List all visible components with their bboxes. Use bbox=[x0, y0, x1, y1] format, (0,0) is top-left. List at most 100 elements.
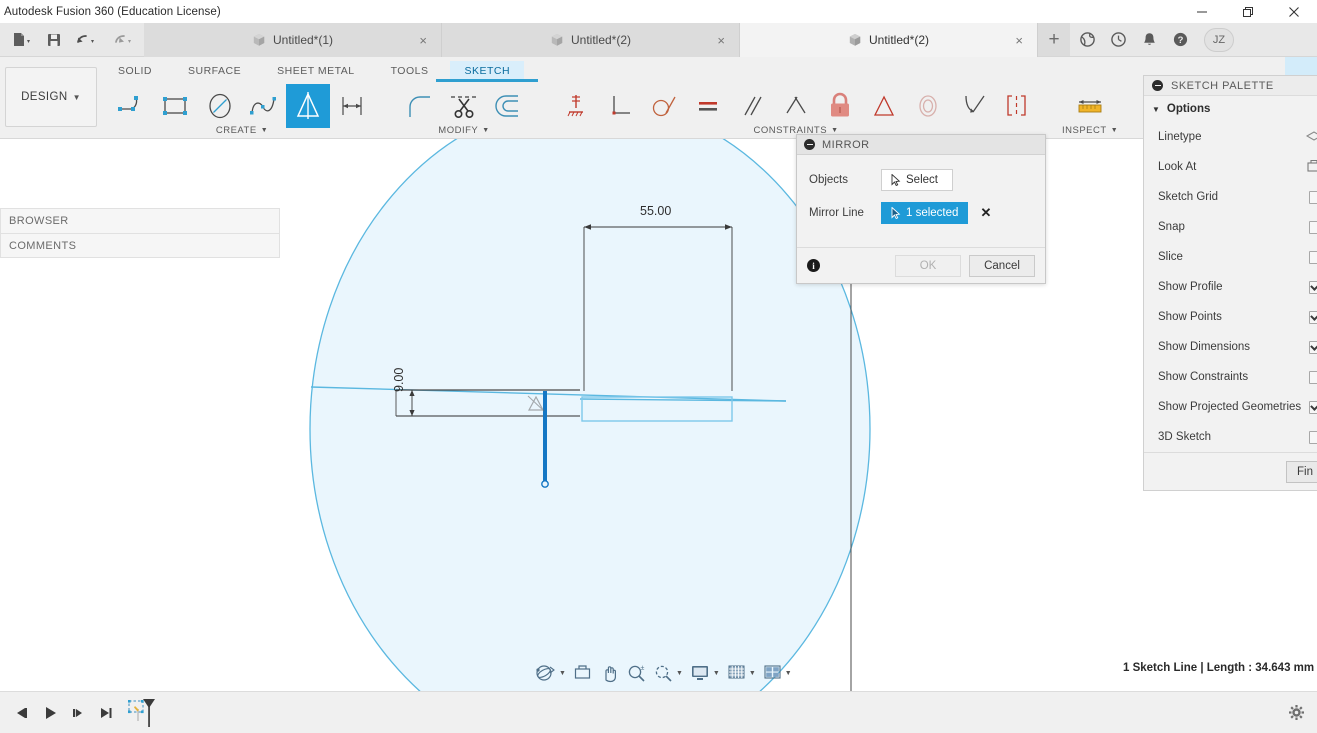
mirror-dialog-header[interactable]: MIRROR bbox=[797, 135, 1045, 155]
mirror-dialog[interactable]: MIRROR Objects Select Mirror Line 1 sele… bbox=[796, 134, 1046, 284]
user-avatar[interactable]: JZ bbox=[1204, 27, 1234, 52]
show-constraints-checkbox[interactable] bbox=[1309, 370, 1317, 384]
sketch-palette-options-section[interactable]: ▼ Options bbox=[1144, 96, 1317, 122]
line-icon[interactable] bbox=[110, 84, 154, 128]
document-tab-2[interactable]: Untitled*(2) × bbox=[442, 23, 740, 57]
sketch-palette[interactable]: SKETCH PALETTE ▼ Options Linetype Look A… bbox=[1143, 75, 1317, 491]
mirror-icon[interactable] bbox=[286, 84, 330, 128]
show-profile-checkbox[interactable] bbox=[1309, 280, 1317, 294]
data-panel-icon[interactable] bbox=[1074, 27, 1100, 53]
tab-tools[interactable]: TOOLS bbox=[391, 61, 429, 82]
close-tab-icon[interactable]: × bbox=[1015, 34, 1023, 47]
concentric-constraint-icon[interactable] bbox=[906, 84, 950, 128]
curvature-constraint-icon[interactable] bbox=[950, 84, 994, 128]
chevron-down-icon[interactable]: ▼ bbox=[676, 670, 683, 677]
palette-row-show-profile[interactable]: Show Profile bbox=[1144, 272, 1317, 302]
spline-icon[interactable] bbox=[242, 84, 286, 128]
fix-unfix-icon[interactable] bbox=[818, 84, 862, 128]
sketch-grid-checkbox[interactable] bbox=[1309, 190, 1317, 204]
fillet-icon[interactable] bbox=[398, 84, 442, 128]
palette-finish-button[interactable]: Fin bbox=[1286, 460, 1317, 483]
go-to-end-icon[interactable] bbox=[92, 699, 120, 727]
play-icon[interactable] bbox=[36, 699, 64, 727]
design-workspace-selector[interactable]: DESIGN ▼ bbox=[5, 67, 97, 127]
save-icon[interactable] bbox=[40, 26, 68, 54]
trim-icon[interactable] bbox=[442, 84, 486, 128]
mirror-objects-select-button[interactable]: Select bbox=[881, 169, 953, 191]
palette-row-3d-sketch[interactable]: 3D Sketch bbox=[1144, 422, 1317, 452]
collinear-constraint-icon[interactable] bbox=[994, 84, 1038, 128]
collapse-icon[interactable] bbox=[1152, 80, 1163, 91]
restore-icon[interactable] bbox=[1225, 0, 1271, 23]
offset-icon[interactable] bbox=[486, 84, 530, 128]
palette-row-slice[interactable]: Slice bbox=[1144, 242, 1317, 272]
undo-icon[interactable] bbox=[70, 26, 104, 54]
close-tab-icon[interactable]: × bbox=[419, 34, 427, 47]
grid-snaps-icon[interactable] bbox=[727, 664, 746, 682]
browser-header[interactable]: BROWSER bbox=[0, 208, 280, 233]
clear-selection-icon[interactable]: ✕ bbox=[980, 205, 991, 221]
gear-icon[interactable] bbox=[1283, 700, 1309, 726]
new-document-icon[interactable] bbox=[4, 26, 38, 54]
perpendicular-constraint-icon[interactable] bbox=[598, 84, 642, 128]
palette-row-show-constraints[interactable]: Show Constraints bbox=[1144, 362, 1317, 392]
cancel-button[interactable]: Cancel bbox=[969, 254, 1035, 277]
linetype-icon[interactable] bbox=[1305, 129, 1317, 146]
orbit-icon[interactable] bbox=[534, 663, 556, 683]
show-projected-geometries-checkbox[interactable] bbox=[1309, 400, 1317, 414]
chevron-down-icon[interactable]: ▼ bbox=[559, 670, 566, 677]
tangent-constraint-icon[interactable] bbox=[642, 84, 686, 128]
palette-row-show-projected-geometries[interactable]: Show Projected Geometries bbox=[1144, 392, 1317, 422]
collapse-icon[interactable] bbox=[804, 139, 815, 150]
look-at-icon[interactable] bbox=[1306, 159, 1317, 176]
mirror-line-select-button[interactable]: 1 selected bbox=[881, 202, 969, 224]
palette-row-show-points[interactable]: Show Points bbox=[1144, 302, 1317, 332]
tab-surface[interactable]: SURFACE bbox=[188, 61, 241, 82]
equal-constraint-icon[interactable] bbox=[686, 84, 730, 128]
redo-icon[interactable] bbox=[106, 26, 140, 54]
linear-dimension-icon[interactable] bbox=[330, 84, 374, 128]
display-settings-icon[interactable] bbox=[690, 664, 710, 682]
viewports-icon[interactable] bbox=[763, 664, 782, 682]
chevron-down-icon[interactable]: ▼ bbox=[749, 670, 756, 677]
sketch-palette-header[interactable]: SKETCH PALETTE bbox=[1144, 76, 1317, 96]
palette-row-sketch-grid[interactable]: Sketch Grid bbox=[1144, 182, 1317, 212]
close-icon[interactable] bbox=[1271, 0, 1317, 23]
job-status-icon[interactable] bbox=[1105, 27, 1131, 53]
step-back-icon[interactable] bbox=[8, 699, 36, 727]
slice-checkbox[interactable] bbox=[1309, 250, 1317, 264]
new-tab-button[interactable]: + bbox=[1038, 23, 1070, 56]
measure-icon[interactable] bbox=[1068, 84, 1112, 128]
tab-sheet-metal[interactable]: SHEET METAL bbox=[277, 61, 354, 82]
timeline-sketch-marker-icon[interactable] bbox=[128, 697, 158, 729]
tab-sketch[interactable]: SKETCH bbox=[436, 61, 538, 82]
document-tab-1[interactable]: Untitled*(1) × bbox=[144, 23, 442, 57]
document-tab-3[interactable]: Untitled*(2) × bbox=[740, 23, 1038, 57]
comments-header[interactable]: COMMENTS bbox=[0, 233, 280, 258]
close-tab-icon[interactable]: × bbox=[717, 34, 725, 47]
ok-button[interactable]: OK bbox=[895, 254, 961, 277]
help-icon[interactable]: ? bbox=[1167, 27, 1193, 53]
show-dimensions-checkbox[interactable] bbox=[1309, 340, 1317, 354]
snap-checkbox[interactable] bbox=[1309, 220, 1317, 234]
palette-row-look-at[interactable]: Look At bbox=[1144, 152, 1317, 182]
notifications-icon[interactable] bbox=[1136, 27, 1162, 53]
show-points-checkbox[interactable] bbox=[1309, 310, 1317, 324]
tab-solid[interactable]: SOLID bbox=[118, 61, 152, 82]
chevron-down-icon[interactable]: ▼ bbox=[713, 670, 720, 677]
parallel-constraint-icon[interactable] bbox=[730, 84, 774, 128]
step-forward-icon[interactable] bbox=[64, 699, 92, 727]
symmetry-constraint-icon[interactable] bbox=[862, 84, 906, 128]
chevron-down-icon[interactable]: ▼ bbox=[785, 670, 792, 677]
3d-sketch-checkbox[interactable] bbox=[1309, 430, 1317, 444]
dimension-label-vertical[interactable]: 9.00 bbox=[392, 368, 406, 392]
ellipse-icon[interactable] bbox=[198, 84, 242, 128]
look-at-icon[interactable] bbox=[573, 664, 592, 682]
pan-icon[interactable] bbox=[600, 664, 619, 683]
horizontal-vertical-constraint-icon[interactable] bbox=[554, 84, 598, 128]
palette-row-snap[interactable]: Snap bbox=[1144, 212, 1317, 242]
dimension-label-horizontal[interactable]: 55.00 bbox=[640, 204, 671, 218]
zoom-icon[interactable]: ± bbox=[627, 664, 646, 683]
info-icon[interactable]: i bbox=[807, 259, 820, 272]
palette-row-linetype[interactable]: Linetype bbox=[1144, 122, 1317, 152]
